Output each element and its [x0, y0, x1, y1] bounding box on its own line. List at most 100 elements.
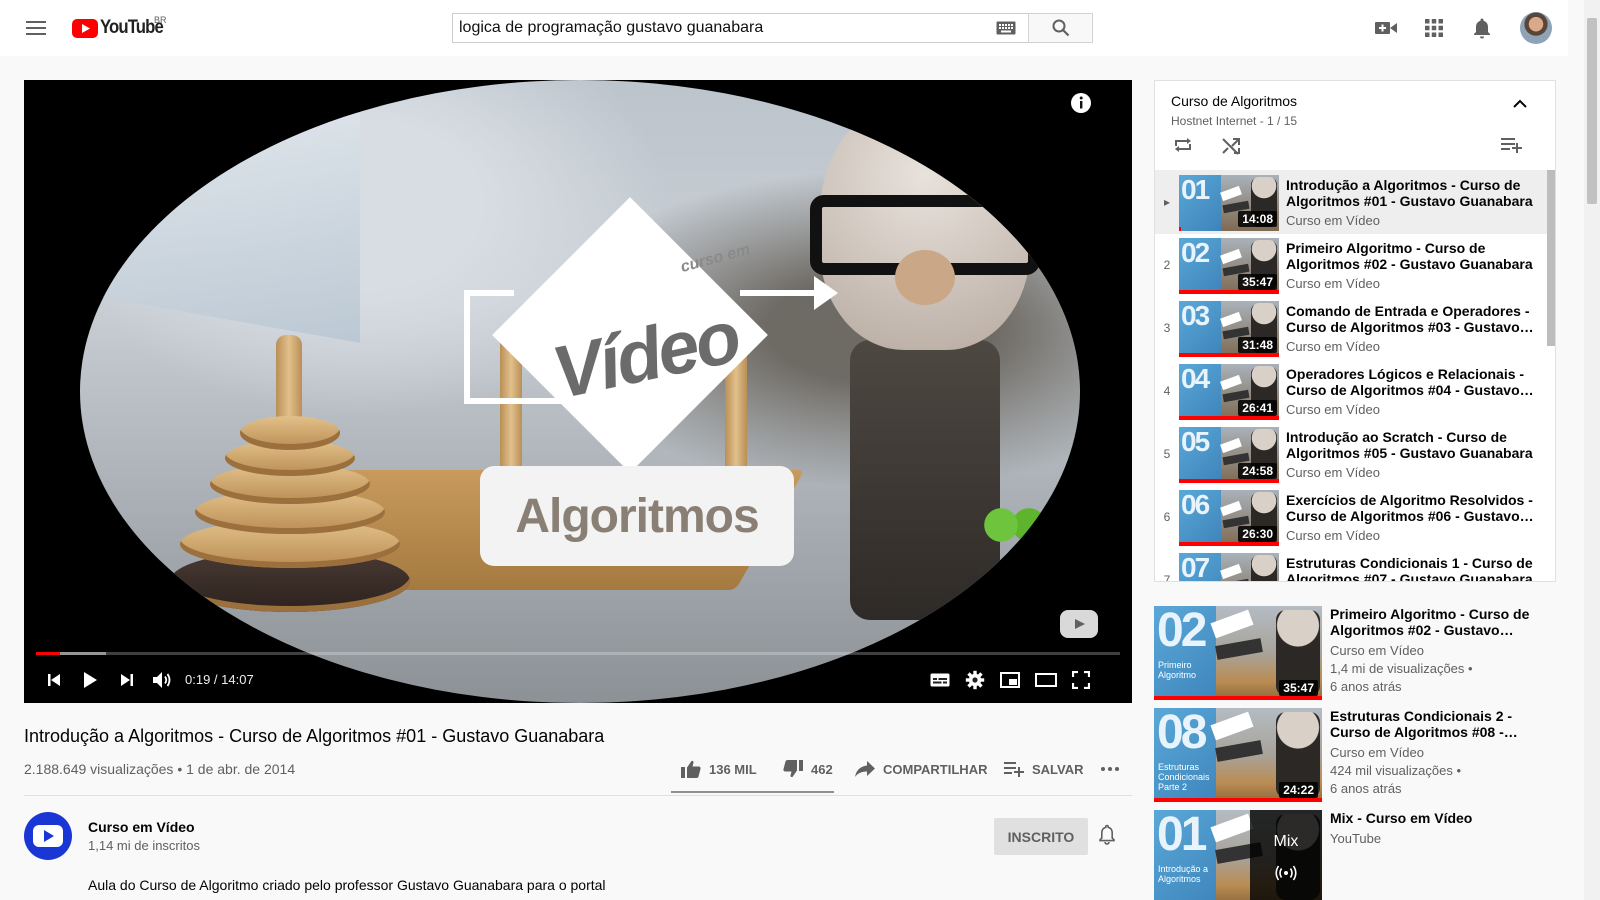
channel-logo-icon: [33, 825, 63, 847]
notifications-icon[interactable]: [1470, 16, 1494, 40]
playlist-item-channel: Curso em Vídeo: [1286, 213, 1380, 228]
scene-figurine: [810, 100, 1050, 620]
recommendation-title[interactable]: Mix - Curso em Vídeo: [1330, 810, 1550, 826]
recommendation-item[interactable]: 08 Estruturas Condicionais Parte 2 24:22 Es…: [1154, 708, 1556, 804]
view-count-date: 2.188.649 visualizações • 1 de abr. de 2…: [24, 761, 296, 777]
dislike-button[interactable]: 462: [783, 754, 833, 784]
save-playlist-icon[interactable]: [1501, 137, 1523, 153]
thumbnail-number: 01: [1157, 810, 1207, 861]
save-button[interactable]: SALVAR: [1004, 754, 1084, 784]
duration-badge: 24:58: [1238, 463, 1277, 479]
playlist-item-thumbnail[interactable]: 03 31:48: [1179, 301, 1279, 357]
recommendation-title[interactable]: Estruturas Condicionais 2 - Curso de Alg…: [1330, 708, 1550, 740]
playlist-item-title[interactable]: Exercícios de Algoritmo Resolvidos - Cur…: [1286, 492, 1536, 524]
apps-grid-icon[interactable]: [1422, 16, 1446, 40]
like-button[interactable]: 136 MIL: [681, 754, 757, 784]
fullscreen-icon[interactable]: [1065, 664, 1097, 696]
previous-icon[interactable]: [38, 664, 70, 696]
theater-icon[interactable]: [1030, 664, 1062, 696]
playlist-item[interactable]: 2 02 35:47 Primeiro Algoritmo - Curso de Al…: [1155, 233, 1547, 297]
playlist-item-title[interactable]: Introdução a Algoritmos - Curso de Algor…: [1286, 177, 1536, 209]
channel-avatar[interactable]: [24, 812, 72, 860]
next-icon[interactable]: [111, 664, 143, 696]
playlist-item-index: 3: [1163, 321, 1171, 335]
recommendation-meta: YouTube: [1330, 830, 1550, 848]
thumbs-down-icon: [783, 760, 803, 778]
page-scrollbar[interactable]: [1584, 0, 1600, 900]
playlist-item-thumbnail[interactable]: 05 24:58: [1179, 427, 1279, 483]
playlist-item-index: 7: [1163, 573, 1171, 582]
loop-playlist-icon[interactable]: [1173, 137, 1193, 153]
playlist-item-channel: Curso em Vídeo: [1286, 276, 1380, 291]
account-avatar[interactable]: [1520, 12, 1552, 44]
notification-bell-icon[interactable]: [1098, 824, 1122, 848]
playlist-item-title[interactable]: Primeiro Algoritmo - Curso de Algoritmos…: [1286, 240, 1536, 272]
page-scrollbar-thumb[interactable]: [1587, 18, 1597, 204]
more-actions-button[interactable]: [1100, 754, 1128, 784]
playlist-item[interactable]: 3 03 31:48 Comando de Entrada e Operadores …: [1155, 296, 1547, 360]
share-button[interactable]: COMPARTILHAR: [855, 754, 987, 784]
search-input[interactable]: [453, 19, 973, 37]
subscribed-button[interactable]: INSCRITO: [994, 818, 1088, 855]
playlist-item-thumbnail[interactable]: 07: [1179, 553, 1279, 581]
recommendation-channel[interactable]: Curso em Vídeo: [1330, 642, 1550, 660]
recommendation-text: Primeiro Algoritmo - Curso de Algoritmos…: [1330, 606, 1550, 696]
player-controls: 0:19 / 14:07: [24, 656, 1132, 703]
like-count: 136 MIL: [709, 761, 757, 777]
thumbs-up-icon: [681, 760, 701, 778]
playlist-item-index: ▸: [1163, 195, 1171, 209]
playlist-item-title[interactable]: Estruturas Condicionais 1 - Curso de Alg…: [1286, 555, 1536, 581]
chevron-up-icon[interactable]: [1513, 99, 1527, 108]
play-icon[interactable]: [74, 664, 106, 696]
youtube-logo[interactable]: YouTube BR: [72, 15, 171, 39]
recommendation-thumbnail[interactable]: 02 Primeiro Algoritmo 35:47: [1154, 606, 1322, 700]
playlist-item[interactable]: 6 06 26:30 Exercícios de Algoritmo Resolvid…: [1155, 485, 1547, 549]
playlist-item-title[interactable]: Operadores Lógicos e Relacionais - Curso…: [1286, 366, 1536, 398]
playlist-item-title[interactable]: Introdução ao Scratch - Curso de Algorit…: [1286, 429, 1536, 461]
shuffle-icon[interactable]: [1221, 137, 1241, 155]
thumbnail-number: 05: [1181, 427, 1210, 457]
recommendation-channel[interactable]: YouTube: [1330, 830, 1550, 848]
save-label: SALVAR: [1032, 761, 1084, 777]
recommendation-age: 6 anos atrás: [1330, 679, 1402, 694]
video-description: Aula do Curso de Algoritmo criado pelo p…: [88, 877, 606, 893]
recommendation-item[interactable]: 02 Primeiro Algoritmo 35:47 Primeiro Algori…: [1154, 606, 1556, 702]
create-video-icon[interactable]: [1374, 16, 1398, 40]
more-horizontal-icon: [1101, 767, 1119, 771]
playlist-item-thumbnail[interactable]: 04 26:41: [1179, 364, 1279, 420]
subtitles-icon[interactable]: [924, 664, 956, 696]
playlist-scrollbar[interactable]: [1547, 170, 1555, 581]
keyboard-icon[interactable]: [996, 21, 1016, 35]
video-player[interactable]: curso em Vídeo Algoritmos 0:19 / 14:07: [24, 80, 1132, 703]
volume-icon[interactable]: [146, 664, 178, 696]
search-icon: [1052, 19, 1069, 37]
playlist-item-thumbnail[interactable]: 06 26:30: [1179, 490, 1279, 546]
search-button[interactable]: [1028, 13, 1093, 43]
settings-icon[interactable]: [959, 664, 991, 696]
playlist-title[interactable]: Curso de Algoritmos: [1171, 93, 1297, 109]
sentiment-like-fill: [671, 791, 830, 793]
playlist-item[interactable]: 4 04 26:41 Operadores Lógicos e Relacionais…: [1155, 359, 1547, 423]
progress-bar[interactable]: [36, 652, 1120, 655]
playlist-item-title[interactable]: Comando de Entrada e Operadores - Curso …: [1286, 303, 1536, 335]
menu-icon[interactable]: [20, 12, 52, 44]
playlist-item[interactable]: 5 05 24:58 Introdução ao Scratch - Curso de…: [1155, 422, 1547, 486]
recommendation-channel[interactable]: Curso em Vídeo: [1330, 744, 1550, 762]
recommendation-item[interactable]: 01 Introdução a Algoritmos Mix Mix - Curso …: [1154, 810, 1556, 900]
playlist-item-thumbnail[interactable]: 02 35:47: [1179, 238, 1279, 294]
playlist-item-thumbnail[interactable]: 01 14:08: [1179, 175, 1279, 231]
playlist-item[interactable]: ▸ 01 14:08 Introdução a Algoritmos - Curso …: [1155, 170, 1547, 234]
channel-name[interactable]: Curso em Vídeo: [88, 819, 195, 835]
mix-overlay: Mix: [1250, 810, 1322, 900]
miniplayer-icon[interactable]: [994, 664, 1026, 696]
recommendation-thumbnail[interactable]: 08 Estruturas Condicionais Parte 2 24:22: [1154, 708, 1322, 802]
sentiment-bar: [671, 791, 834, 793]
youtube-watermark-icon[interactable]: [1060, 610, 1098, 638]
playlist-item[interactable]: 7 07 Estruturas Condicionais 1 - Curso de …: [1155, 548, 1547, 582]
recommendation-views: 424 mil visualizações •: [1330, 763, 1461, 778]
playlist-scrollbar-thumb[interactable]: [1547, 170, 1555, 346]
playlist-items: ▸ 01 14:08 Introdução a Algoritmos - Curso …: [1155, 170, 1547, 582]
recommendation-title[interactable]: Primeiro Algoritmo - Curso de Algoritmos…: [1330, 606, 1550, 638]
info-icon[interactable]: [1070, 92, 1092, 114]
recommendation-thumbnail[interactable]: 01 Introdução a Algoritmos Mix: [1154, 810, 1322, 900]
